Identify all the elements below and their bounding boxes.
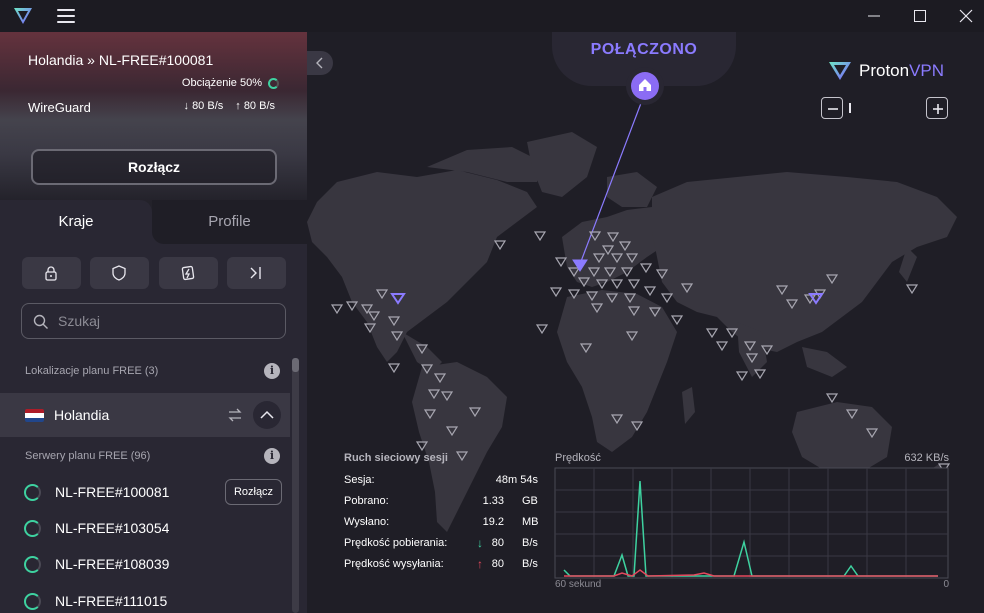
search-icon (33, 314, 48, 329)
speed-readout: ↓ 80 B/s ↑ 80 B/s (184, 100, 276, 112)
swap-arrows-icon (228, 408, 242, 422)
server-name: NL-FREE#108039 (55, 556, 170, 572)
server-load-icon (24, 556, 41, 573)
sidebar-tabs: Profile Kraje (0, 200, 307, 244)
server-row[interactable]: NL-FREE#103054 (0, 510, 290, 546)
map-area: POŁĄCZONO ProtonVPN Ruch sieciowy sesji … (307, 32, 984, 613)
server-load-icon (24, 593, 41, 610)
hamburger-menu-icon[interactable] (57, 9, 75, 23)
search-box (21, 303, 286, 339)
arrow-up-icon: ↑ (235, 100, 244, 112)
zoom-in-button[interactable] (926, 97, 948, 119)
secure-core-filter-button[interactable] (22, 257, 81, 289)
zoom-controls (821, 97, 949, 119)
brand-name-proton: Proton (859, 61, 910, 80)
server-load-icon (24, 484, 41, 501)
server-load-label: Obciążenie 50% (181, 77, 262, 89)
home-location-pin[interactable] (626, 67, 664, 105)
connection-status: POŁĄCZONO (590, 41, 698, 58)
connected-server-label: Holandia » NL-FREE#100081 (28, 52, 214, 68)
zoom-out-button[interactable] (821, 97, 843, 119)
stat-row: Prędkość pobierania: ↓ 80 B/s (344, 536, 538, 550)
stat-row: Wysłano: 19.2 MB (344, 516, 539, 528)
tab-countries[interactable]: Kraje (0, 200, 152, 244)
chevron-up-icon (260, 410, 274, 419)
arrow-down-icon: ↓ (477, 536, 483, 550)
p2p-filter-button[interactable] (159, 257, 218, 289)
speed-graph: Prędkość 632 KB/s 60 sekund 0 (554, 452, 949, 602)
speed-graph-title: Prędkość (555, 452, 601, 464)
chevron-left-icon (316, 57, 323, 69)
stat-row: Sesja: 48m 54s (344, 474, 538, 486)
upload-speed: ↑ 80 B/s (235, 100, 275, 112)
server-name: NL-FREE#103054 (55, 520, 170, 536)
sidebar: Holandia » NL-FREE#100081 Obciążenie 50%… (0, 32, 307, 613)
info-icon[interactable]: i (264, 448, 280, 464)
proton-logo-icon (14, 8, 32, 24)
close-button[interactable] (943, 0, 984, 32)
maximize-button[interactable] (897, 0, 943, 32)
country-row-netherlands[interactable]: Holandia (0, 393, 290, 437)
free-locations-label: Lokalizacje planu FREE (3) (25, 365, 159, 377)
search-input[interactable] (58, 304, 278, 338)
scrollbar-thumb[interactable] (292, 358, 299, 372)
protonvpn-window: Holandia » NL-FREE#100081 Obciążenie 50%… (0, 0, 984, 613)
tor-filter-button[interactable] (227, 257, 286, 289)
tab-profiles[interactable]: Profile (152, 200, 307, 244)
plus-icon (933, 104, 943, 114)
speed-graph-x-right: 0 (943, 579, 949, 590)
info-icon[interactable]: i (264, 363, 280, 379)
netshield-filter-button[interactable] (90, 257, 149, 289)
zoom-level-indicator (849, 103, 851, 113)
collapse-sidebar-button[interactable] (307, 51, 333, 75)
server-row[interactable]: NL-FREE#100081 Rozłącz (0, 474, 290, 510)
stat-row: Prędkość wysyłania: ↑ 80 B/s (344, 557, 538, 571)
load-ring-icon (268, 77, 279, 89)
speed-graph-x-left: 60 sekund (555, 579, 602, 590)
shield-icon (112, 265, 126, 281)
p2p-icon (181, 265, 195, 281)
session-traffic-panel: Ruch sieciowy sesji Sesja: 48m 54s Pobra… (344, 452, 539, 582)
proton-vpn-logo-icon (829, 62, 851, 80)
download-speed: ↓ 80 B/s (183, 100, 224, 112)
brand-name-vpn: VPN (909, 61, 945, 80)
server-name: NL-FREE#111015 (55, 593, 168, 609)
free-servers-label: Serwery planu FREE (96) (25, 450, 151, 462)
server-name: NL-FREE#100081 (55, 484, 170, 500)
sidebar-scrollbar[interactable] (292, 358, 299, 613)
arrow-down-icon: ↓ (183, 100, 193, 112)
title-bar (0, 0, 984, 32)
stat-row: Pobrano: 1.33 GB (344, 495, 538, 507)
home-icon (639, 79, 651, 91)
speed-graph-plot (554, 467, 949, 579)
disconnect-button[interactable]: Rozłącz (31, 149, 277, 185)
minus-icon (828, 108, 838, 110)
feature-filters (22, 257, 286, 289)
server-load: Obciążenie 50% (182, 77, 279, 89)
collapse-country-button[interactable] (253, 401, 281, 429)
netherlands-flag-icon (25, 409, 44, 422)
server-row[interactable]: NL-FREE#111015 (0, 583, 290, 613)
lock-icon (45, 266, 57, 281)
arrow-up-icon: ↑ (477, 557, 483, 571)
speed-graph-max: 632 KB/s (904, 452, 949, 464)
protocol-label: WireGuard (28, 100, 91, 115)
session-traffic-title: Ruch sieciowy sesji (344, 452, 448, 464)
tor-icon (250, 267, 261, 279)
server-disconnect-button[interactable]: Rozłącz (225, 479, 282, 505)
server-load-icon (24, 520, 41, 537)
brand-logo: ProtonVPN (827, 60, 944, 82)
server-row[interactable]: NL-FREE#108039 (0, 546, 290, 582)
country-name: Holandia (54, 407, 110, 423)
minimize-button[interactable] (851, 0, 897, 32)
